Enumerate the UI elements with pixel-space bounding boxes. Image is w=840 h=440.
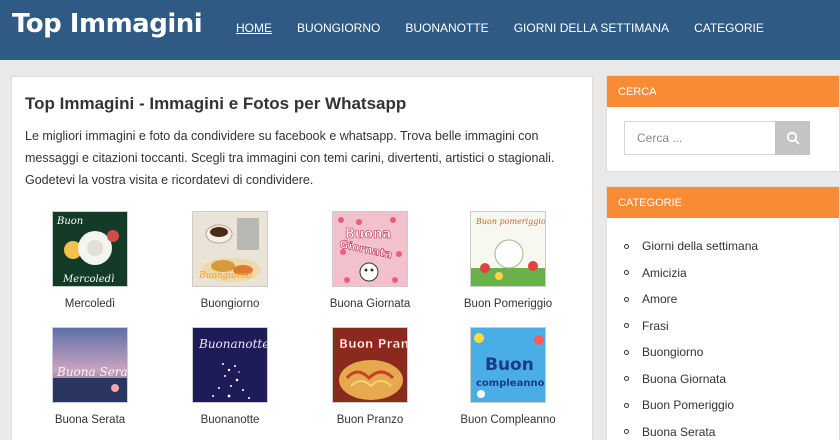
bullet-icon [624,296,629,302]
gallery-thumb-buonanotte[interactable]: Buonanotte [192,327,268,403]
bullet-icon [624,243,629,249]
category-item[interactable]: Giorni della settimana [624,233,758,260]
gallery-caption[interactable]: Buona Giornata [300,298,440,310]
gallery-caption[interactable]: Buon Compleanno [438,414,578,426]
search-icon [786,131,800,145]
bullet-icon [624,349,629,355]
search-widget-heading: CERCA [607,76,839,107]
gallery-thumb-buon-pomeriggio[interactable]: Buon pomeriggio [470,211,546,287]
site-logo[interactable]: Top Immagini [12,9,203,39]
thumb-overlay: Buona Serata [56,365,128,379]
categories-widget-heading: CATEGORIE [607,187,839,218]
bullet-icon [624,323,629,329]
gallery-thumb-buon-compleanno[interactable]: Buon compleanno [470,327,546,403]
category-item[interactable]: Buona Serata [624,419,758,440]
nav-giorni-settimana[interactable]: GIORNI DELLA SETTIMANA [514,21,669,35]
main-content: Top Immagini - Immagini e Fotos per What… [11,76,593,440]
gallery-caption[interactable]: Buona Serata [20,414,160,426]
gallery-thumb-buona-giornata[interactable]: Buona Giornata [332,211,408,287]
category-item[interactable]: Buongiorno [624,339,758,366]
gallery-caption[interactable]: Buon Pranzo [300,414,440,426]
gallery-thumb-buongiorno[interactable]: Buongiorno [192,211,268,287]
category-item[interactable]: Amicizia [624,260,758,287]
category-list: Giorni della settimana Amicizia Amore Fr… [624,233,758,440]
thumb-overlay: Buon pomeriggio [475,217,546,226]
search-widget: CERCA [606,75,840,172]
bullet-icon [624,376,629,382]
thumb-overlay: Buon [485,355,534,375]
thumb-overlay: Mercoledì [62,274,114,285]
bullet-icon [624,270,629,276]
gallery-caption[interactable]: Mercoledì [20,298,160,310]
bullet-icon [624,402,629,408]
nav-categorie[interactable]: CATEGORIE [694,21,764,35]
gallery-thumb-mercoledi[interactable]: Buon Mercoledì [52,211,128,287]
main-nav: HOME BUONGIORNO BUONANOTTE GIORNI DELLA … [236,21,789,35]
thumb-overlay: compleanno [476,378,545,389]
bullet-icon [624,429,629,435]
site-header: Top Immagini HOME BUONGIORNO BUONANOTTE … [0,0,840,60]
thumb-overlay: Buonanotte [198,337,268,351]
gallery-caption[interactable]: Buongiorno [160,298,300,310]
thumb-overlay: Buon Pranzo [339,337,408,351]
nav-home[interactable]: HOME [236,21,272,35]
thumb-overlay: Buon [56,216,83,227]
categories-widget: CATEGORIE Giorni della settimana Amicizi… [606,186,840,440]
nav-buongiorno[interactable]: BUONGIORNO [297,21,380,35]
thumb-overlay: Buongiorno [198,271,253,281]
search-input[interactable] [624,121,776,155]
gallery-thumb-buona-serata[interactable]: Buona Serata [52,327,128,403]
category-item[interactable]: Buona Giornata [624,366,758,393]
category-item[interactable]: Frasi [624,313,758,340]
category-item[interactable]: Buon Pomeriggio [624,392,758,419]
search-button[interactable] [775,121,810,155]
gallery-thumb-buon-pranzo[interactable]: Buon Pranzo [332,327,408,403]
category-item[interactable]: Amore [624,286,758,313]
search-form [624,121,810,155]
gallery-caption[interactable]: Buonanotte [160,414,300,426]
intro-text: Le migliori immagini e foto da condivide… [25,129,555,187]
nav-buonanotte[interactable]: BUONANOTTE [405,21,488,35]
gallery-caption[interactable]: Buon Pomeriggio [438,298,578,310]
page-title: Top Immagini - Immagini e Fotos per What… [25,94,407,113]
